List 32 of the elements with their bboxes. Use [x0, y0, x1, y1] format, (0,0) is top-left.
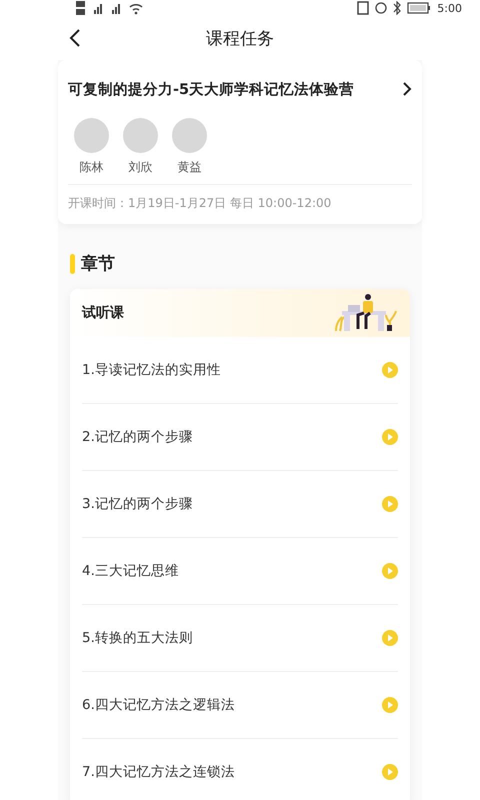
teacher-name: 黄益 [178, 159, 202, 176]
lesson-title[interactable]: 2.记忆的两个步骤 [82, 428, 193, 446]
play-icon[interactable] [382, 764, 398, 780]
avatar-placeholder [74, 118, 109, 153]
section-marker [70, 254, 75, 274]
play-icon[interactable] [382, 496, 398, 512]
chevron-right-icon[interactable] [402, 81, 412, 97]
teacher-name: 刘欣 [128, 159, 152, 176]
person-at-desk-drawing [332, 293, 398, 333]
bluetooth-icon [393, 1, 402, 15]
play-icon[interactable] [382, 429, 398, 445]
play-icon[interactable] [382, 563, 398, 579]
lesson-title[interactable]: 3.记忆的两个步骤 [82, 495, 193, 513]
chevron-left-icon [68, 28, 82, 48]
course-title[interactable]: 可复制的提分力-5天大师学科记忆法体验营 [68, 80, 354, 98]
play-icon[interactable] [382, 362, 398, 378]
lesson-title[interactable]: 1.导读记忆法的实用性 [82, 361, 221, 379]
battery-icon [407, 2, 432, 14]
chapter-title: 试听课 [82, 304, 124, 322]
page-title: 课程任务 [206, 28, 274, 50]
lesson-title[interactable]: 6.四大记忆方法之逻辑法 [82, 696, 235, 714]
avatar-placeholder [172, 118, 207, 153]
play-icon[interactable] [382, 697, 398, 713]
status-time: 5:00 [437, 2, 462, 14]
avatar-placeholder [123, 118, 158, 153]
section-title: 章节 [81, 253, 115, 275]
lesson-title[interactable]: 7.四大记忆方法之连锁法 [82, 763, 235, 781]
play-icon[interactable] [382, 630, 398, 646]
lesson-title[interactable]: 4.三大记忆思维 [82, 562, 179, 580]
lesson-title[interactable]: 5.转换的五大法则 [82, 629, 193, 647]
course-schedule: 开课时间：1月19日-1月27日 每日 10:00-12:00 [68, 195, 332, 212]
teacher-name: 陈林 [80, 159, 104, 176]
